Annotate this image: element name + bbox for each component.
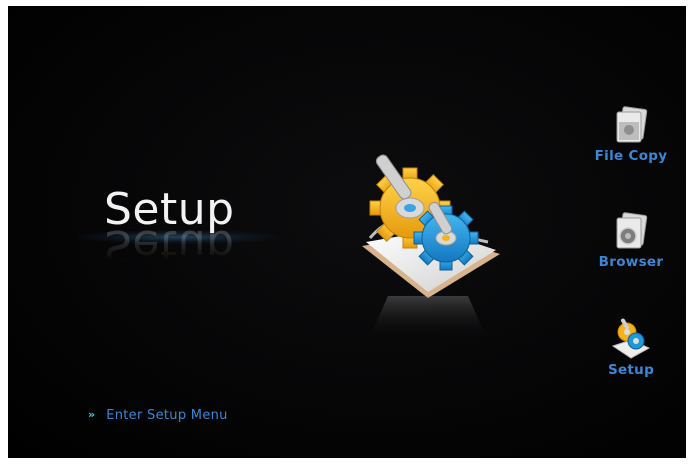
chevron-right-icon: » (88, 408, 96, 421)
menu-item-label: File Copy (594, 148, 668, 164)
hint-text: Enter Setup Menu (106, 408, 228, 423)
file-copy-icon (616, 106, 648, 143)
setup-gears-icon (348, 146, 508, 346)
menu-item-browser[interactable]: Browser (586, 208, 676, 270)
menu-item-label: Setup (607, 362, 655, 378)
menu-item-label: Browser (598, 254, 664, 270)
menu-item-setup[interactable]: Setup (586, 316, 676, 378)
browser-icon (616, 212, 648, 249)
page-title-group: Setup Setup (78, 184, 278, 274)
menu-item-file-copy[interactable]: File Copy (586, 102, 676, 164)
setup-screen: Setup Setup File Copy Browser Setup » En… (8, 6, 686, 458)
setup-icon (611, 318, 651, 359)
enter-setup-hint[interactable]: » Enter Setup Menu (88, 404, 228, 423)
page-title-reflection: Setup (104, 220, 235, 271)
